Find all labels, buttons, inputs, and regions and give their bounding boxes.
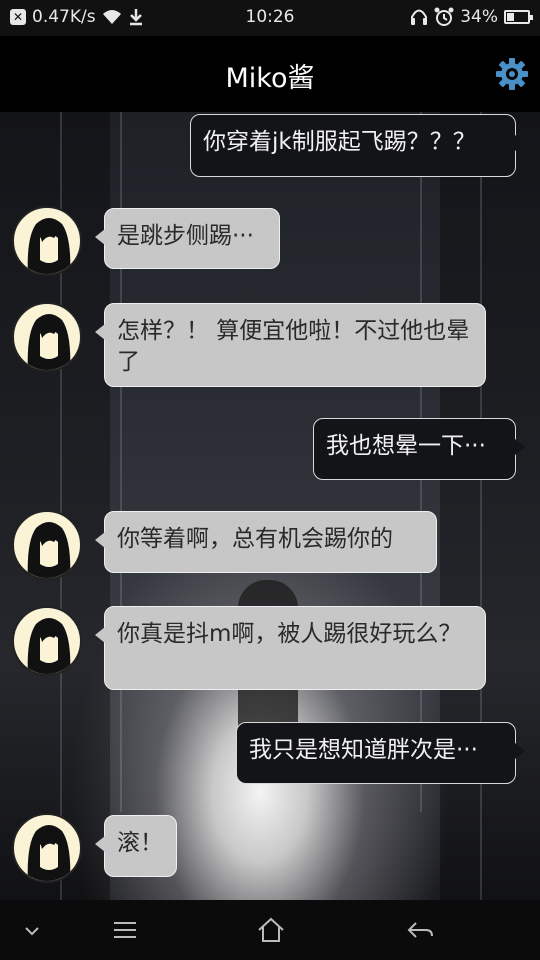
headphones-icon [411,9,428,25]
avatar[interactable] [12,206,82,276]
avatar[interactable] [12,510,82,580]
message-bubble-outgoing[interactable]: 你穿着jk制服起飞踢？？？ [190,114,525,177]
avatar[interactable] [12,813,82,883]
message-bubble-incoming[interactable]: 是跳步侧踢··· [95,208,280,269]
message-bubble-incoming[interactable]: 你等着啊，总有机会踢你的 [95,511,437,573]
navigation-bar [0,900,540,960]
back-icon[interactable] [404,914,436,946]
message-bubble-incoming[interactable]: 你真是抖m啊，被人踢很好玩么？ [95,606,486,690]
gear-icon[interactable] [494,56,530,92]
status-bar-right: 34% [410,7,533,27]
home-icon[interactable] [256,914,286,946]
chat-header: Miko酱 [0,36,540,112]
menu-icon[interactable] [110,914,140,946]
alarm-icon [434,7,454,26]
chat-title: Miko酱 [225,63,315,94]
message-bubble-incoming[interactable]: 滚！ [95,815,177,877]
chevron-down-icon[interactable] [20,914,44,946]
status-bar: ✕ 0.47K/s 10:26 34% [0,0,540,36]
chat-area[interactable]: 你穿着jk制服起飞踢？？？ 是跳步侧踢··· 怎样？！ 算便宜他啦！不过他也晕了… [0,112,540,900]
message-bubble-outgoing[interactable]: 我也想晕一下··· [313,418,525,480]
message-bubble-incoming[interactable]: 怎样？！ 算便宜他啦！不过他也晕了 [95,303,486,387]
message-bubble-outgoing[interactable]: 我只是想知道胖次是··· [236,722,525,784]
battery-icon [504,10,533,24]
avatar[interactable] [12,606,82,676]
battery-percent: 34% [460,7,498,27]
avatar[interactable] [12,302,82,372]
